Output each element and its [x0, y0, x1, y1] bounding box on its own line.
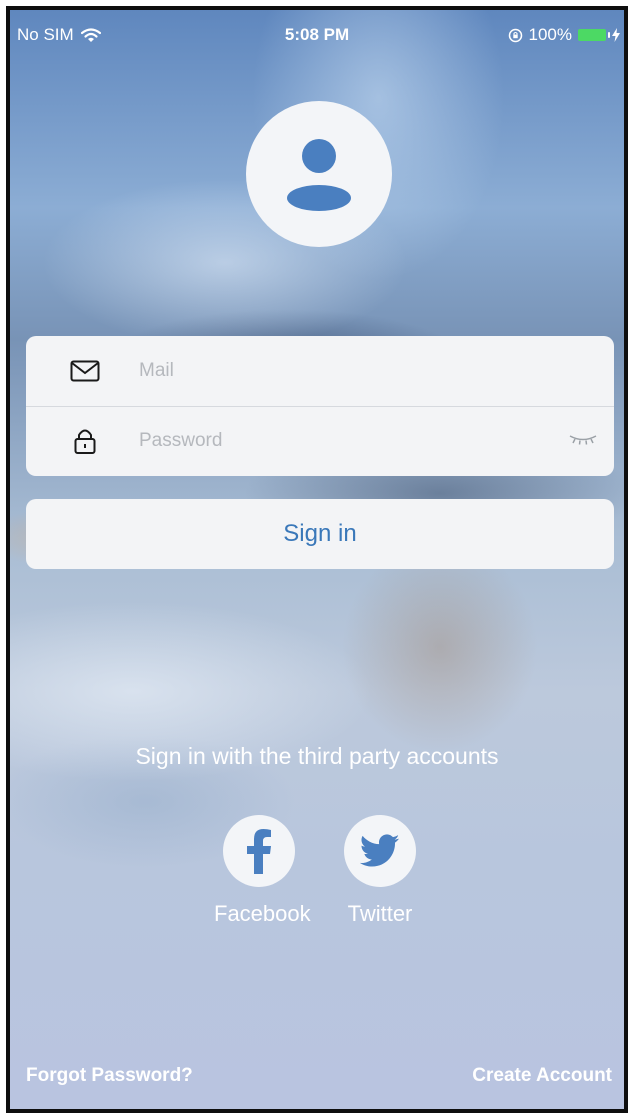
- lock-icon: [65, 427, 105, 455]
- twitter-label: Twitter: [347, 901, 413, 926]
- password-row: [26, 406, 614, 476]
- facebook-login[interactable]: Facebook: [214, 815, 311, 927]
- twitter-button[interactable]: [344, 815, 416, 887]
- facebook-icon: [245, 828, 273, 874]
- battery-percent: 100%: [528, 25, 572, 44]
- facebook-button[interactable]: [223, 815, 295, 887]
- mail-input[interactable]: [137, 359, 521, 383]
- phone-screen: No SIM 5:08 PM 100% Mail Sign in Sign in…: [6, 6, 628, 1113]
- battery-icon: [578, 29, 610, 41]
- status-bar: No SIM 5:08 PM 100%: [10, 10, 624, 56]
- create-account-link[interactable]: Create Account: [472, 1065, 612, 1087]
- orientation-lock-icon: [508, 28, 523, 43]
- user-avatar: [246, 101, 392, 247]
- third-party-heading: Sign in with the third party accounts: [135, 743, 499, 769]
- forgot-password-link[interactable]: Forgot Password?: [26, 1065, 193, 1087]
- twitter-icon: [360, 834, 400, 868]
- show-password-icon[interactable]: [568, 432, 598, 451]
- mail-icon: [65, 360, 105, 382]
- charging-icon: [612, 28, 620, 42]
- login-form: [26, 336, 614, 476]
- sign-in-button[interactable]: Sign in: [26, 499, 614, 569]
- mail-row: [26, 336, 614, 407]
- facebook-label: Facebook: [214, 901, 311, 926]
- password-input[interactable]: [137, 429, 521, 453]
- user-icon: [284, 137, 354, 211]
- twitter-login[interactable]: Twitter: [335, 815, 425, 927]
